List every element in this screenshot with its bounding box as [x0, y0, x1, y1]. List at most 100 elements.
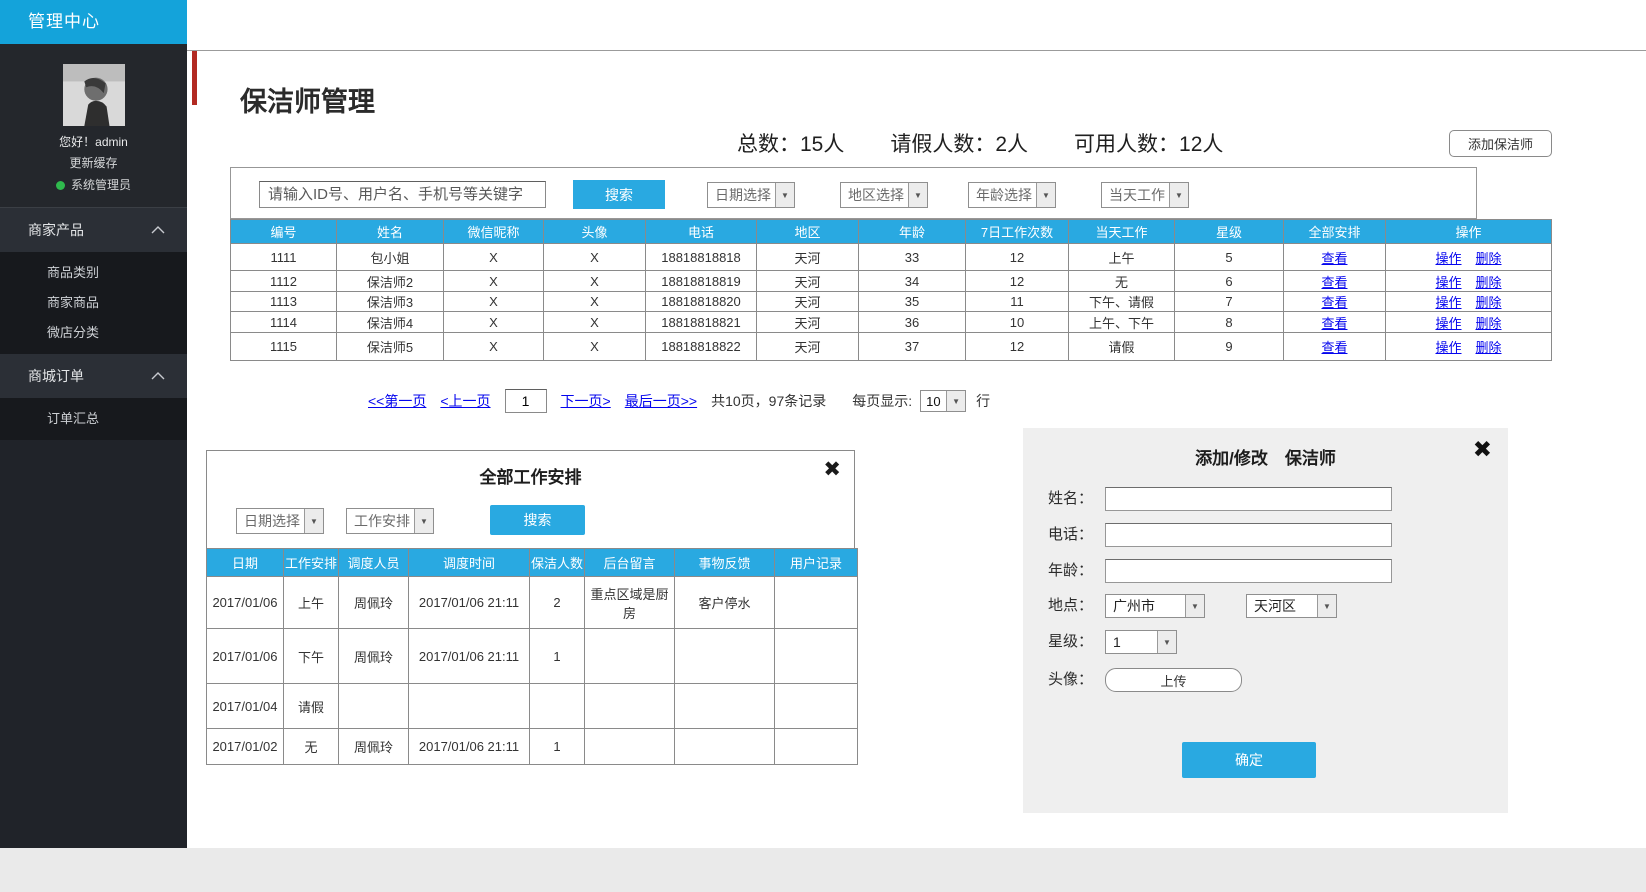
staff-cell: 天河 [757, 333, 859, 361]
view-schedule-link[interactable]: 查看 [1321, 340, 1347, 355]
staff-cell: 11 [966, 292, 1069, 312]
close-icon[interactable]: ✖ [823, 459, 841, 480]
dropdown-arrow-icon: ▼ [775, 183, 794, 207]
view-schedule-link[interactable]: 查看 [1321, 295, 1347, 310]
view-schedule-link[interactable]: 查看 [1321, 275, 1347, 290]
today-work-filter-select[interactable]: 当天工作 ▼ [1101, 182, 1189, 208]
stat-available: 可用人数：12人 [1074, 128, 1223, 158]
delete-staff-link[interactable]: 删除 [1476, 295, 1502, 310]
last-page-link[interactable]: 最后一页>> [625, 391, 697, 411]
role-label: 系统管理员 [71, 178, 131, 192]
refresh-cache-link[interactable]: 更新缓存 [0, 154, 187, 171]
add-staff-button[interactable]: 添加保洁师 [1449, 130, 1552, 157]
role-text: 系统管理员 [0, 176, 187, 193]
staff-cell: 1114 [231, 312, 337, 333]
staff-cell: 上午、下午 [1069, 312, 1175, 333]
edit-staff-link[interactable]: 操作 [1435, 275, 1461, 290]
edit-staff-link[interactable]: 操作 [1435, 295, 1461, 310]
staff-cell: 下午、请假 [1069, 292, 1175, 312]
confirm-button[interactable]: 确定 [1182, 742, 1316, 778]
schedule-cell [585, 729, 675, 765]
staff-col-header: 编号 [231, 220, 337, 244]
edit-staff-link[interactable]: 操作 [1435, 316, 1461, 331]
schedule-cell [585, 684, 675, 729]
scroll-accent-bar [192, 51, 197, 105]
staff-col-header: 年龄 [859, 220, 966, 244]
staff-cell: X [544, 244, 646, 271]
schedule-cell: 周佩玲 [339, 729, 409, 765]
staff-cell: 12 [966, 244, 1069, 271]
staff-cell: 1111 [231, 244, 337, 271]
sidebar-item[interactable]: 微店分类 [0, 318, 187, 348]
dropdown-arrow-icon: ▼ [1317, 595, 1336, 617]
per-page-select[interactable]: 10 ▼ [920, 390, 966, 412]
date-filter-select[interactable]: 日期选择 ▼ [707, 182, 795, 208]
staff-cell: 33 [859, 244, 966, 271]
staff-cell: 保洁师2 [337, 271, 444, 292]
district-select[interactable]: 天河区 ▼ [1246, 594, 1337, 618]
star-select[interactable]: 1 ▼ [1105, 630, 1177, 654]
region-filter-select[interactable]: 地区选择 ▼ [840, 182, 928, 208]
next-page-link[interactable]: 下一页> [561, 391, 611, 411]
staff-cell: X [544, 271, 646, 292]
staff-col-header: 操作 [1386, 220, 1552, 244]
schedule-cell [339, 684, 409, 729]
app-header: 管理中心 [0, 0, 187, 44]
schedule-cell: 1 [530, 729, 585, 765]
staff-col-header: 地区 [757, 220, 859, 244]
online-status-icon [56, 181, 65, 190]
name-field[interactable] [1105, 487, 1392, 511]
edit-staff-link[interactable]: 操作 [1435, 251, 1461, 266]
schedule-modal-title: 全部工作安排 [207, 463, 854, 488]
page-number-input[interactable] [505, 389, 547, 413]
edit-staff-link[interactable]: 操作 [1435, 340, 1461, 355]
delete-staff-link[interactable]: 删除 [1476, 275, 1502, 290]
first-page-link[interactable]: <<第一页 [368, 391, 426, 411]
staff-cell: 无 [1069, 271, 1175, 292]
select-value: 1 [1106, 631, 1157, 653]
dropdown-arrow-icon: ▼ [304, 509, 323, 533]
delete-staff-link[interactable]: 删除 [1476, 316, 1502, 331]
sidebar-section-0[interactable]: 商家产品 [0, 208, 187, 252]
upload-button[interactable]: 上传 [1105, 668, 1242, 692]
staff-cell-actions: 操作删除 [1386, 244, 1552, 271]
delete-staff-link[interactable]: 删除 [1476, 340, 1502, 355]
sidebar-item[interactable]: 商家商品 [0, 288, 187, 318]
sidebar-item[interactable]: 商品类别 [0, 258, 187, 288]
staff-col-header: 7日工作次数 [966, 220, 1069, 244]
staff-cell: X [544, 312, 646, 333]
schedule-col-header: 用户记录 [775, 549, 858, 577]
staff-cell: 1115 [231, 333, 337, 361]
staff-cell: 18818818821 [646, 312, 757, 333]
search-input[interactable] [259, 181, 546, 208]
schedule-row: 2017/01/02无周佩玲2017/01/06 21:111 [207, 729, 858, 765]
sidebar-section-1[interactable]: 商城订单 [0, 354, 187, 398]
schedule-col-header: 工作安排 [284, 549, 339, 577]
schedule-cell: 客户停水 [675, 577, 775, 629]
view-schedule-link[interactable]: 查看 [1321, 316, 1347, 331]
city-select[interactable]: 广州市 ▼ [1105, 594, 1205, 618]
schedule-shift-select[interactable]: 工作安排 ▼ [346, 508, 434, 534]
schedule-modal: 全部工作安排 ✖ 日期选择 ▼ 工作安排 ▼ 搜索 日期工作安排调度人员调度时间… [206, 450, 855, 765]
sidebar-item[interactable]: 订单汇总 [0, 404, 187, 434]
staff-cell: 6 [1175, 271, 1284, 292]
dropdown-arrow-icon: ▼ [946, 391, 965, 411]
staff-row: 1111包小姐XX18818818818天河3312上午5查看操作删除 [231, 244, 1552, 271]
staff-cell: 包小姐 [337, 244, 444, 271]
staff-col-header: 头像 [544, 220, 646, 244]
phone-field[interactable] [1105, 523, 1392, 547]
search-button[interactable]: 搜索 [573, 180, 665, 209]
age-field[interactable] [1105, 559, 1392, 583]
view-schedule-link[interactable]: 查看 [1321, 251, 1347, 266]
staff-cell: 18818818822 [646, 333, 757, 361]
schedule-date-select[interactable]: 日期选择 ▼ [236, 508, 324, 534]
prev-page-link[interactable]: <上一页 [440, 391, 490, 411]
staff-cell: 37 [859, 333, 966, 361]
staff-cell-actions: 操作删除 [1386, 333, 1552, 361]
age-filter-select[interactable]: 年龄选择 ▼ [968, 182, 1056, 208]
schedule-search-button[interactable]: 搜索 [490, 505, 585, 535]
filter-panel: 搜索 日期选择 ▼ 地区选择 ▼ 年龄选择 ▼ 当天工作 ▼ [230, 167, 1477, 219]
schedule-col-header: 保洁人数 [530, 549, 585, 577]
close-icon[interactable]: ✖ [1473, 438, 1492, 461]
delete-staff-link[interactable]: 删除 [1476, 251, 1502, 266]
